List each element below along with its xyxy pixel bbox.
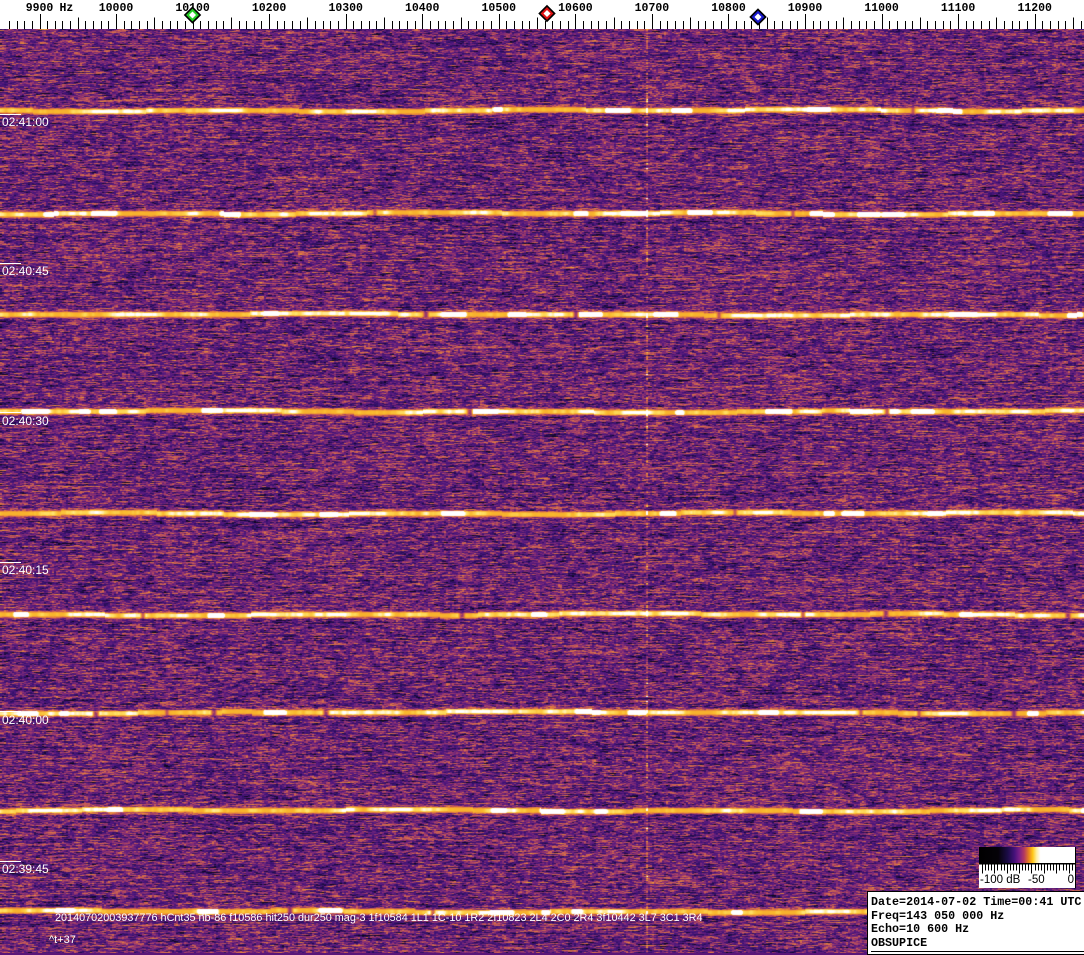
svg-text:10700: 10700 [635, 2, 670, 15]
svg-text:11000: 11000 [864, 2, 899, 15]
svg-text:Hz: Hz [60, 2, 74, 15]
svg-text:10200: 10200 [252, 2, 287, 15]
svg-text:11200: 11200 [1017, 2, 1052, 15]
svg-text:11100: 11100 [941, 2, 976, 15]
svg-text:10600: 10600 [558, 2, 593, 15]
svg-text:10400: 10400 [405, 2, 440, 15]
svg-text:10300: 10300 [328, 2, 363, 15]
svg-text:10900: 10900 [788, 2, 823, 15]
svg-text:10800: 10800 [711, 2, 746, 15]
svg-text:10500: 10500 [482, 2, 517, 15]
svg-text:9900: 9900 [26, 2, 54, 15]
svg-text:10000: 10000 [99, 2, 134, 15]
